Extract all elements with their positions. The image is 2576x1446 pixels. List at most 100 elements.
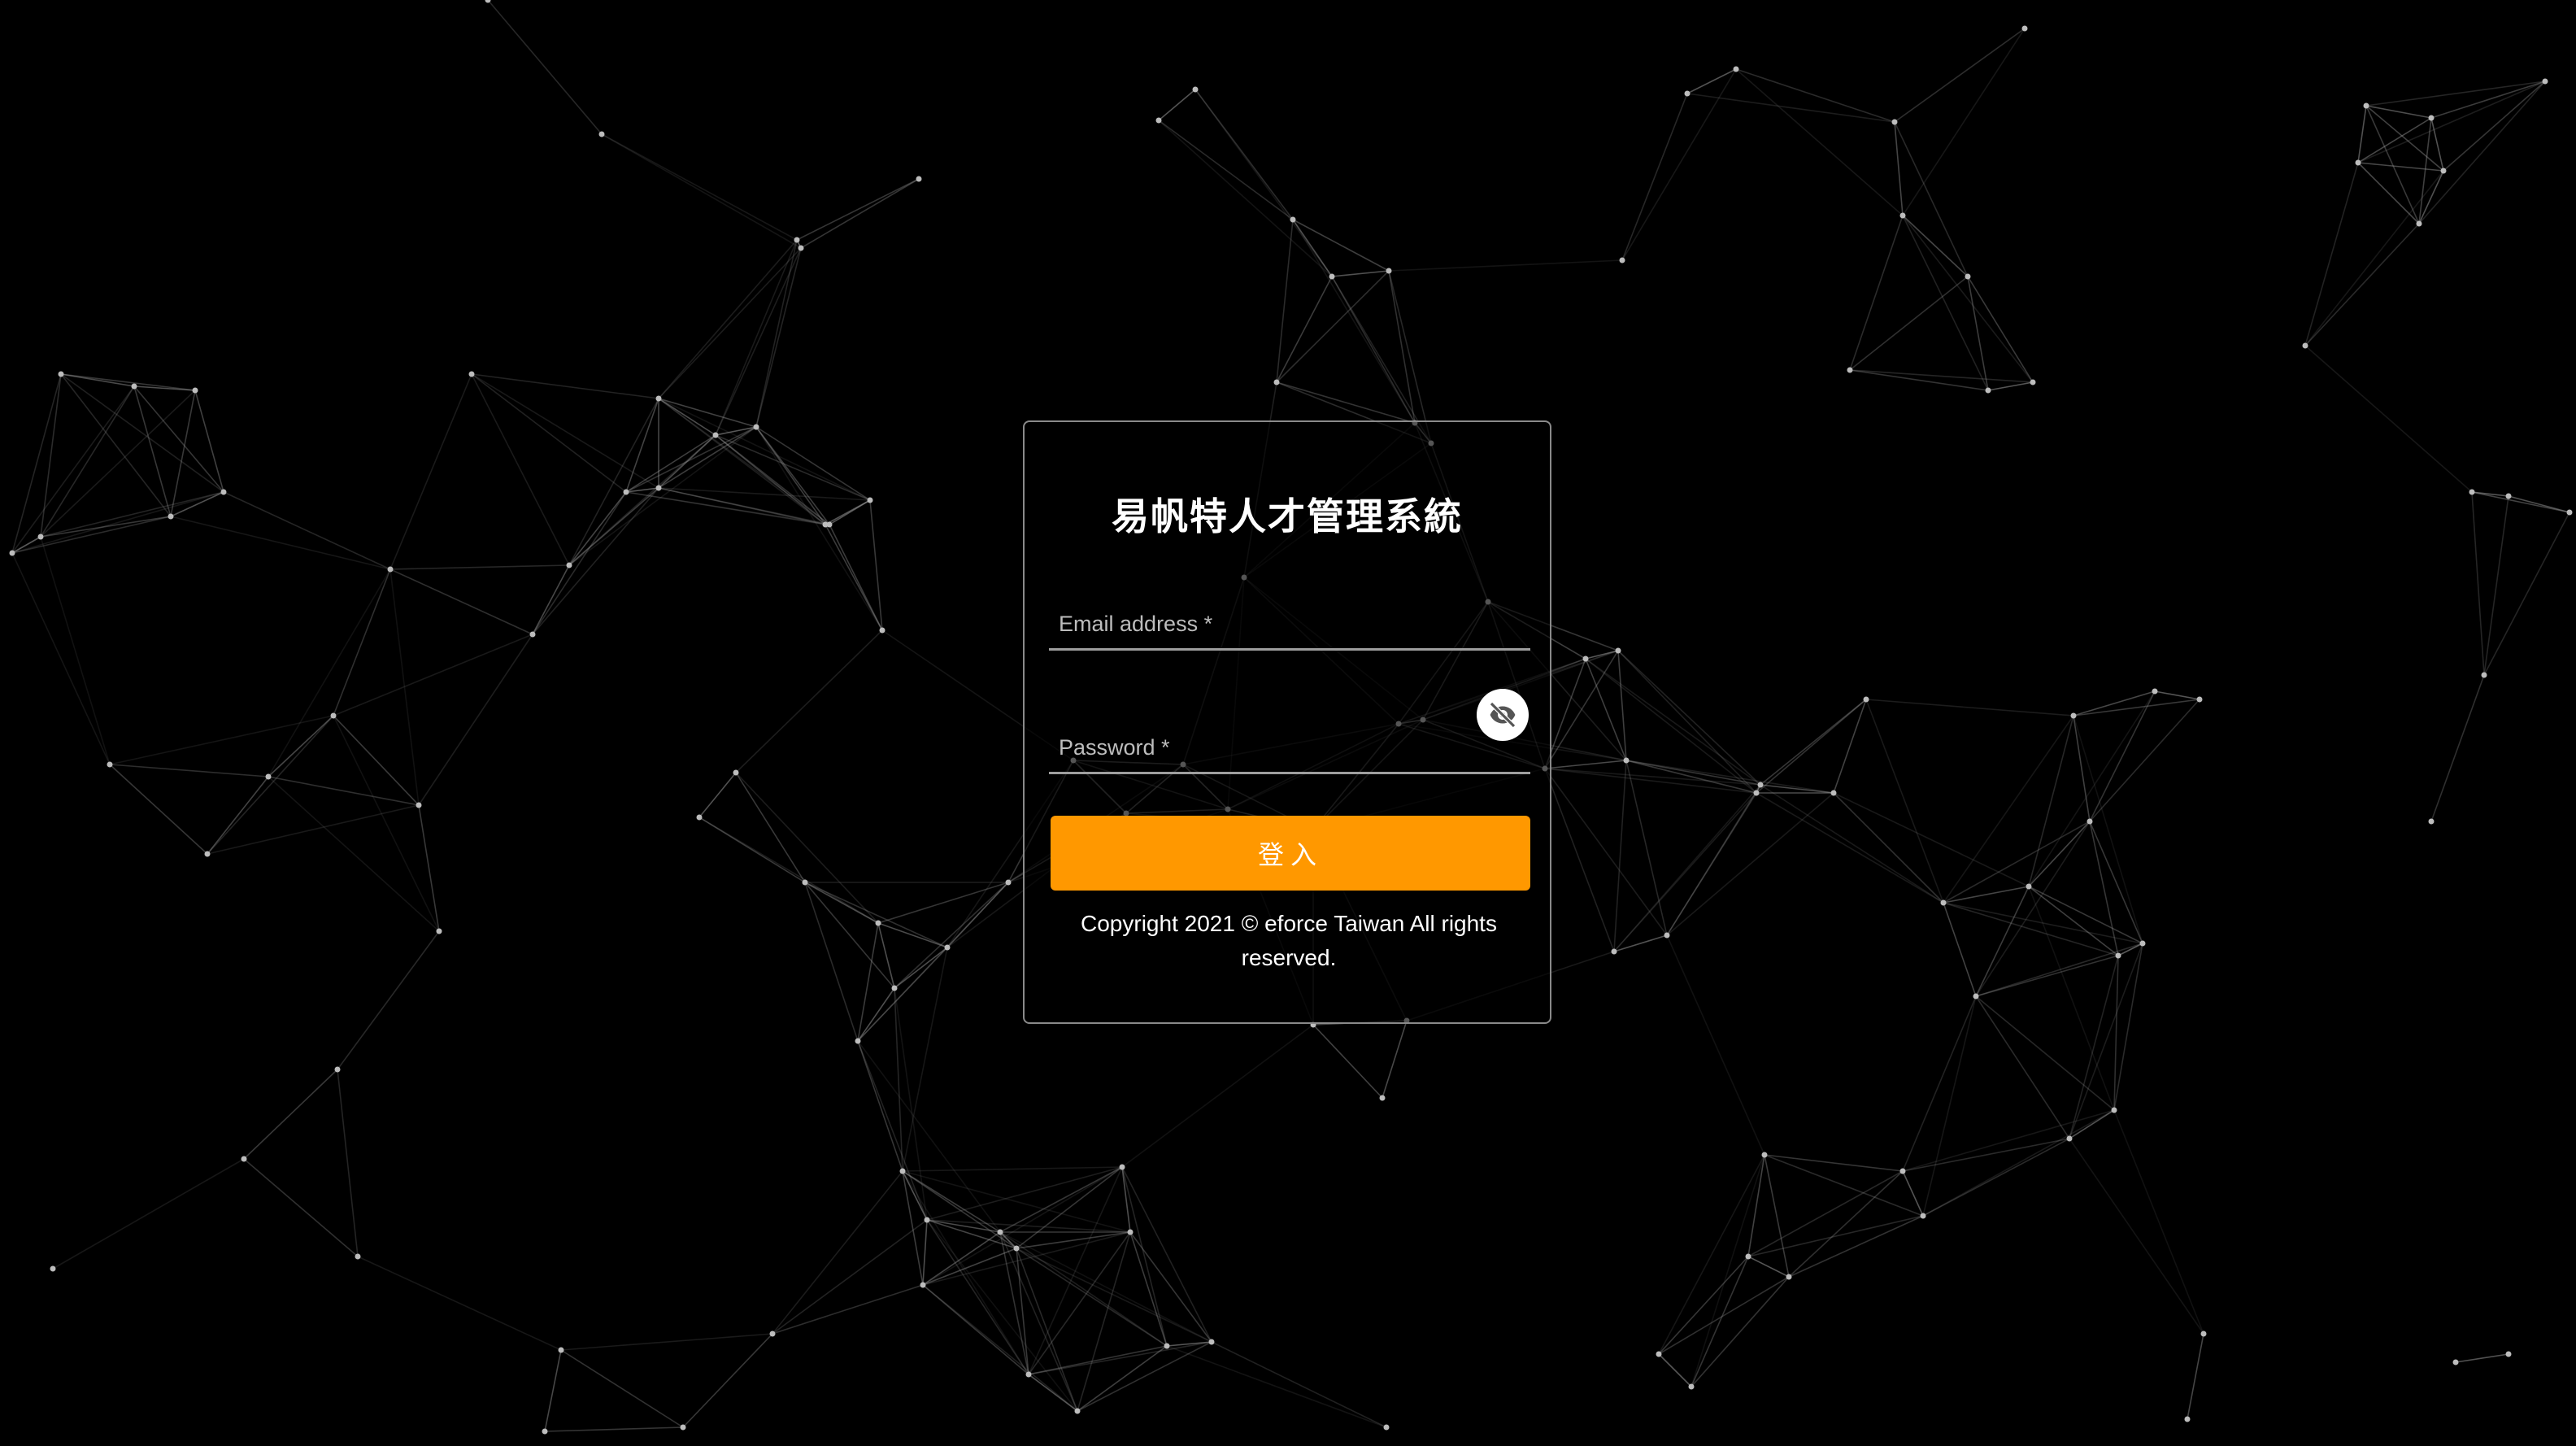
- network-node: [1615, 647, 1621, 654]
- network-node: [1164, 1343, 1170, 1349]
- network-link: [601, 133, 798, 241]
- network-node: [879, 627, 886, 634]
- network-node: [37, 534, 44, 540]
- network-node: [794, 237, 800, 243]
- network-node: [822, 521, 829, 528]
- network-node: [1383, 1424, 1390, 1431]
- network-link: [11, 552, 111, 765]
- password-input[interactable]: [1049, 718, 1534, 773]
- network-node: [1733, 66, 1739, 72]
- network-node: [241, 1156, 247, 1162]
- network-link: [1276, 219, 1294, 383]
- network-link: [755, 426, 871, 501]
- network-link: [1617, 650, 1761, 786]
- network-link: [625, 434, 716, 493]
- network-link: [389, 564, 570, 570]
- toggle-password-visibility-button[interactable]: [1477, 689, 1529, 741]
- network-link: [1613, 760, 1627, 952]
- network-node: [416, 802, 422, 808]
- network-node: [2111, 1107, 2117, 1113]
- copyright-text: Copyright 2021 © eforce Taiwan All right…: [1081, 911, 1497, 970]
- network-link: [2483, 512, 2570, 676]
- network-link: [11, 373, 62, 554]
- network-node: [2363, 102, 2369, 109]
- network-link: [471, 373, 659, 489]
- network-node: [107, 761, 113, 768]
- email-input[interactable]: [1049, 595, 1534, 650]
- eye-off-icon: [1490, 702, 1516, 728]
- network-link: [40, 516, 172, 538]
- login-button[interactable]: 登入: [1051, 816, 1530, 891]
- network-link: [243, 1069, 338, 1160]
- network-link: [1902, 215, 1969, 277]
- network-node: [1623, 757, 1630, 764]
- network-link: [40, 491, 224, 538]
- network-link: [2455, 1353, 2509, 1363]
- network-link: [772, 1284, 924, 1335]
- network-link: [658, 247, 802, 399]
- network-link: [1902, 1109, 2115, 1172]
- network-link: [1585, 658, 1757, 794]
- network-node: [330, 712, 337, 719]
- network-link: [1735, 68, 1904, 216]
- network-node: [529, 631, 536, 638]
- network-link: [658, 239, 798, 399]
- network-link: [532, 564, 570, 635]
- network-link: [2089, 690, 2156, 822]
- network-node: [899, 1168, 906, 1174]
- network-node: [355, 1253, 361, 1260]
- network-link: [1544, 768, 1668, 936]
- password-field[interactable]: Password *: [1049, 718, 1534, 774]
- network-node: [2505, 1351, 2512, 1357]
- network-node: [997, 1229, 1003, 1235]
- network-node: [1611, 948, 1617, 955]
- network-node: [1656, 1351, 1662, 1357]
- network-link: [2430, 674, 2485, 822]
- network-link: [2357, 162, 2420, 224]
- network-link: [1121, 1024, 1314, 1168]
- network-node: [1753, 790, 1760, 796]
- network-node: [2196, 696, 2203, 703]
- network-node: [753, 424, 759, 430]
- network-link: [60, 373, 224, 493]
- network-node: [1745, 1253, 1751, 1260]
- network-node: [733, 769, 739, 776]
- network-link: [389, 568, 533, 635]
- network-link: [698, 772, 737, 818]
- network-link: [170, 516, 391, 570]
- network-link: [796, 178, 920, 241]
- network-link: [1902, 215, 1989, 391]
- email-field[interactable]: Email address *: [1049, 595, 1534, 651]
- network-link: [1902, 215, 2034, 383]
- network-link: [1129, 1231, 1212, 1343]
- network-node: [1005, 879, 1012, 886]
- network-link: [1077, 1341, 1212, 1412]
- network-link: [1276, 276, 1333, 383]
- network-node: [2200, 1331, 2207, 1337]
- network-link: [1158, 89, 1196, 121]
- network-link: [2069, 1138, 2204, 1335]
- network-node: [1074, 1408, 1081, 1414]
- network-node: [1973, 993, 1979, 1000]
- network-link: [2357, 105, 2367, 163]
- network-link: [1865, 699, 2074, 716]
- network-node: [2355, 159, 2361, 166]
- network-link: [1158, 120, 1333, 277]
- network-node: [920, 1282, 926, 1288]
- network-node: [2030, 379, 2036, 385]
- network-link: [735, 772, 806, 883]
- network-link: [1943, 821, 2091, 904]
- network-node: [2505, 493, 2512, 499]
- network-link: [333, 634, 533, 716]
- network-link: [1894, 28, 2026, 123]
- network-node: [1830, 790, 1837, 796]
- network-link: [1211, 1341, 1387, 1428]
- network-link: [1735, 68, 1895, 123]
- network-link: [658, 487, 871, 501]
- network-link: [560, 1333, 773, 1351]
- network-node: [867, 497, 873, 503]
- network-node: [1619, 257, 1625, 264]
- network-link: [1894, 121, 1969, 277]
- network-link: [560, 1349, 684, 1428]
- network-node: [2066, 1135, 2073, 1142]
